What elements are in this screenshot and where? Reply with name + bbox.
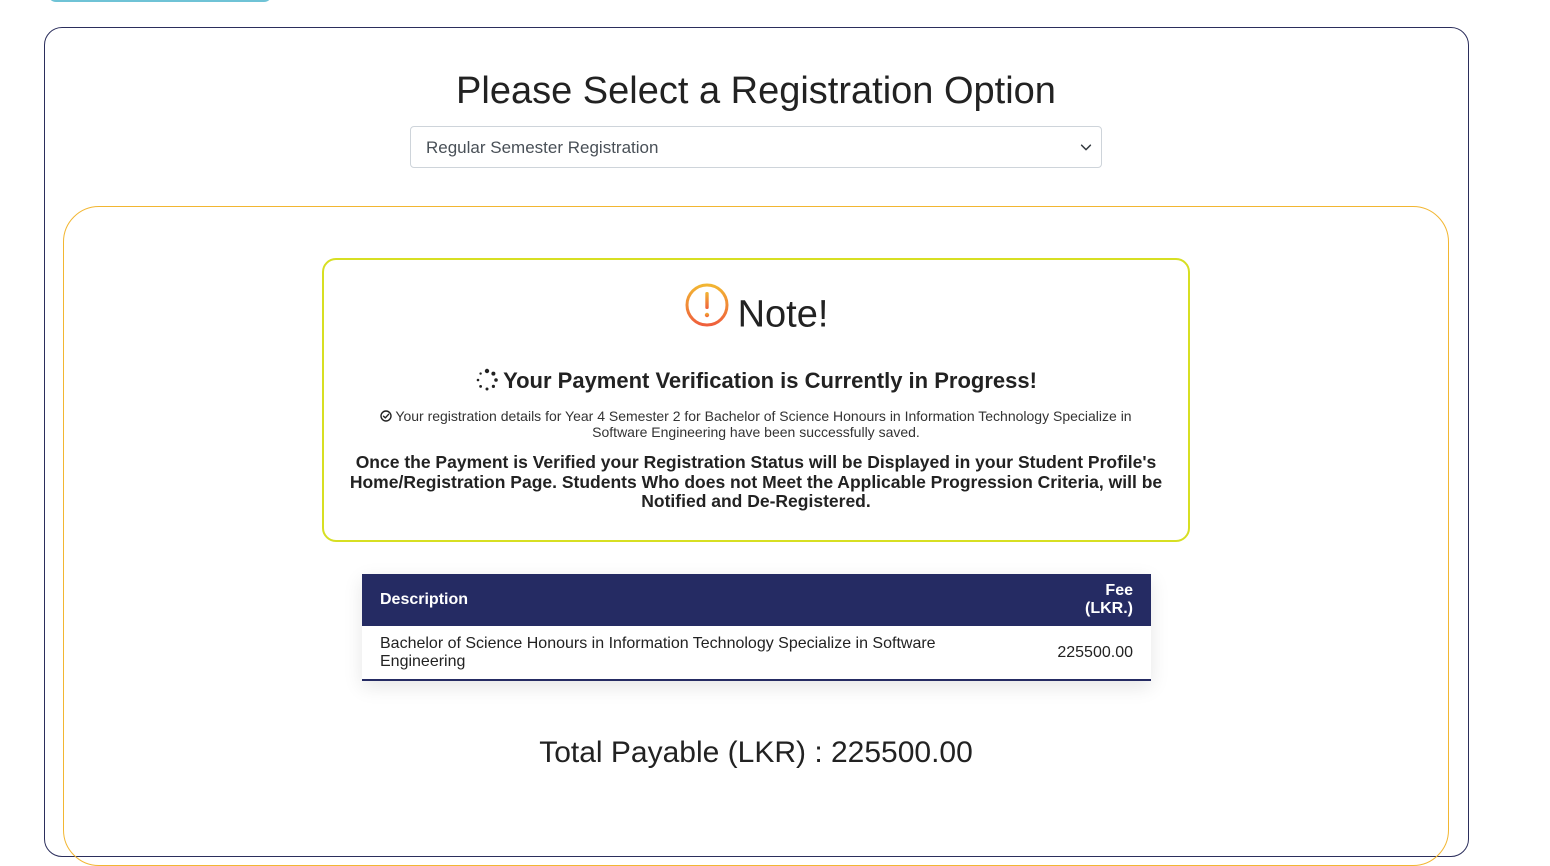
verification-message: Once the Payment is Verified your Regist… xyxy=(349,452,1163,511)
page-title: Please Select a Registration Option xyxy=(456,70,1056,112)
alert-circle-icon xyxy=(685,283,729,327)
note-heading: Note! xyxy=(324,283,1188,338)
note-box: Note! Your Payment Verification is Curre… xyxy=(322,258,1190,542)
table-row: Bachelor of Science Honours in Informati… xyxy=(362,626,1151,681)
payment-progress-text: Your Payment Verification is Currently i… xyxy=(503,368,1037,393)
note-title: Note! xyxy=(737,293,829,336)
row-description: Bachelor of Science Honours in Informati… xyxy=(362,626,1036,681)
saved-message-text: Your registration details for Year 4 Sem… xyxy=(395,408,1132,440)
fee-table: Description Fee (LKR.) Bachelor of Scien… xyxy=(362,574,1151,681)
spinner-icon xyxy=(476,368,498,391)
top-nav-button[interactable] xyxy=(48,0,272,2)
check-circle-icon xyxy=(380,410,393,422)
payment-progress-message: Your Payment Verification is Currently i… xyxy=(324,368,1188,394)
chevron-down-icon xyxy=(1080,144,1092,151)
fee-table-header-row: Description Fee (LKR.) xyxy=(362,574,1151,626)
row-fee: 225500.00 xyxy=(1035,626,1151,681)
column-header-description: Description xyxy=(362,574,1036,626)
registration-option-select[interactable]: Regular Semester Registration xyxy=(410,126,1102,168)
column-header-fee: Fee (LKR.) xyxy=(1035,574,1151,626)
registration-option-value: Regular Semester Registration xyxy=(426,138,659,157)
total-payable: Total Payable (LKR) : 225500.00 xyxy=(539,736,973,769)
saved-message: Your registration details for Year 4 Sem… xyxy=(354,408,1158,440)
